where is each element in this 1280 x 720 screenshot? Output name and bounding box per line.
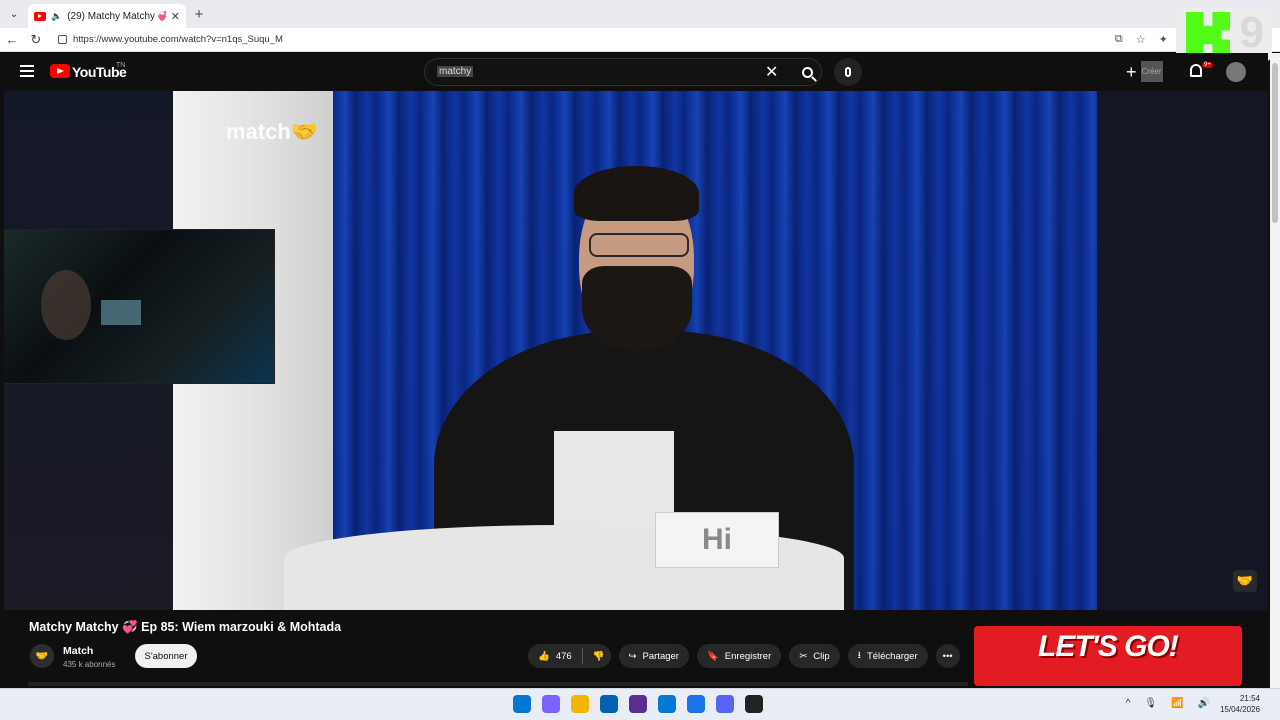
video-player[interactable]: match🤝 Hi 🤝 <box>4 91 1268 610</box>
video-actions: 👍 476 👎 ↪ Partager 🔖 Enregistrer ✂ Clip … <box>528 644 960 668</box>
system-tray: ^ 🎙 📶 🔊 <box>1126 698 1210 709</box>
scissors-icon: ✂ <box>799 650 808 662</box>
tray-chevron-icon[interactable]: ^ <box>1126 698 1131 709</box>
host-glasses <box>589 233 689 257</box>
clock-date: 15/04/2026 <box>1219 705 1260 714</box>
clock[interactable]: 21:54 15/04/2026 <box>1220 693 1260 715</box>
translate-icon[interactable]: ⧉ <box>1115 33 1123 46</box>
video-title: Matchy Matchy 💞 Ep 85: Wiem marzouki & M… <box>29 620 341 635</box>
heart-emoji-icon: 💞 <box>122 620 138 634</box>
hi-sign: Hi <box>655 512 779 568</box>
url-field[interactable]: https://www.youtube.com/watch?v=n1qs_Suq… <box>54 30 1054 50</box>
app-icon[interactable] <box>745 695 763 713</box>
store-icon[interactable] <box>600 695 618 713</box>
create-button[interactable]: + Créer <box>1126 61 1163 82</box>
host-beard <box>582 266 692 351</box>
like-divider <box>581 648 583 664</box>
tab-title: (29) Matchy Matchy 💞 Ep 85 <box>67 10 166 22</box>
video-title-suffix: Ep 85: Wiem marzouki & Mohtada <box>141 620 342 634</box>
share-arrow-icon: ↪ <box>628 650 637 662</box>
search-input[interactable]: matchy <box>437 66 474 77</box>
ad-banner[interactable]: LET'S GO! <box>974 626 1242 686</box>
match-brand-logo: match🤝 <box>226 119 319 144</box>
like-icon[interactable]: 👍 <box>538 651 550 662</box>
youtube-header: YouTube TN matchy ✕ + Créer 9+ <box>4 53 1268 91</box>
search-box[interactable]: matchy ✕ <box>424 58 822 86</box>
url-text: https://www.youtube.com/watch?v=n1qs_Suq… <box>73 34 283 45</box>
browser-tab-bar: ⌄ 🔈 (29) Matchy Matchy 💞 Ep 85 ✕ + <box>0 0 1280 28</box>
windows-start-icon[interactable] <box>513 695 531 713</box>
more-actions-button[interactable]: ••• <box>935 644 960 668</box>
volume-icon[interactable]: 🔊 <box>1198 698 1210 709</box>
extensions-icon[interactable]: ✦ <box>1159 33 1168 46</box>
wifi-icon[interactable]: 📶 <box>1171 698 1183 709</box>
download-button[interactable]: ⭳ Télécharger <box>847 644 928 668</box>
tab-close-icon[interactable]: ✕ <box>171 10 180 23</box>
like-dislike-group: 👍 476 👎 <box>528 644 611 668</box>
share-label: Partager <box>642 650 679 662</box>
windows-taskbar: ^ 🎙 📶 🔊 21:54 15/04/2026 <box>0 688 1280 720</box>
kick-overlay-number: 9 <box>1239 8 1264 57</box>
dislike-icon[interactable]: 👎 <box>593 651 605 662</box>
copilot-icon[interactable] <box>542 695 560 713</box>
outlook-icon[interactable] <box>658 695 676 713</box>
account-avatar[interactable] <box>1226 62 1246 82</box>
subscriber-count: 435 k abonnés <box>63 660 116 669</box>
edge-browser-icon[interactable] <box>687 695 705 713</box>
favorite-star-icon[interactable]: ☆ <box>1136 33 1146 46</box>
youtube-favicon-icon <box>34 11 46 21</box>
voice-search-button[interactable] <box>834 58 862 86</box>
country-code: TN <box>116 62 126 69</box>
download-label: Télécharger <box>866 650 918 662</box>
plus-icon: + <box>1126 61 1137 82</box>
save-label: Enregistrer <box>724 650 772 662</box>
download-icon: ⭳ <box>857 650 861 661</box>
new-tab-button[interactable]: + <box>186 6 212 23</box>
create-label: Créer <box>1140 61 1163 82</box>
host-hair <box>574 166 699 221</box>
speaker-icon[interactable]: 🔈 <box>51 11 62 22</box>
browser-tab-youtube[interactable]: 🔈 (29) Matchy Matchy 💞 Ep 85 ✕ <box>28 4 186 28</box>
subscribe-button[interactable]: S'abonner <box>135 644 197 668</box>
hamburger-menu-icon[interactable] <box>20 65 34 77</box>
like-count[interactable]: 476 <box>556 651 572 662</box>
address-bar: ← ↻ https://www.youtube.com/watch?v=n1qs… <box>0 28 1280 52</box>
search-icon <box>801 66 813 78</box>
channel-avatar[interactable]: 🤝 <box>30 644 54 668</box>
scrollbar-thumb[interactable] <box>1272 63 1278 223</box>
clip-button[interactable]: ✂ Clip <box>789 644 840 668</box>
channel-name[interactable]: Match <box>63 645 93 657</box>
back-arrow-icon[interactable]: ← <box>0 32 24 47</box>
video-right-background <box>1097 91 1268 610</box>
streamer-face <box>41 270 91 340</box>
site-info-icon[interactable] <box>58 35 67 44</box>
share-button[interactable]: ↪ Partager <box>618 644 689 668</box>
clear-search-icon[interactable]: ✕ <box>765 62 778 82</box>
ad-banner-text: LET'S GO! <box>1038 630 1179 663</box>
page-scrollbar[interactable] <box>1270 53 1280 688</box>
taskbar-apps <box>513 695 763 713</box>
save-button[interactable]: 🔖 Enregistrer <box>696 644 782 668</box>
notification-count-badge: 9+ <box>1202 62 1213 68</box>
streamer-monitor <box>101 300 141 325</box>
clip-label: Clip <box>813 650 830 662</box>
channel-watermark-icon[interactable]: 🤝 <box>1233 570 1257 592</box>
clock-time: 21:54 <box>1239 694 1260 703</box>
notifications-bell-icon[interactable] <box>1190 64 1202 77</box>
microphone-icon <box>845 67 851 77</box>
tab-list-chevron-icon[interactable]: ⌄ <box>0 0 28 28</box>
obs-icon[interactable] <box>629 695 647 713</box>
discord-icon[interactable] <box>716 695 734 713</box>
description-box-edge <box>28 682 968 686</box>
reload-icon[interactable]: ↻ <box>24 32 48 48</box>
file-explorer-icon[interactable] <box>571 695 589 713</box>
youtube-logo-icon[interactable] <box>50 64 70 78</box>
bookmark-icon: 🔖 <box>706 650 719 662</box>
search-button[interactable] <box>792 59 822 85</box>
video-title-prefix: Matchy Matchy <box>29 620 119 634</box>
microphone-tray-icon[interactable]: 🎙 <box>1144 698 1157 709</box>
kick-logo-icon <box>1186 12 1230 58</box>
streamer-webcam-overlay <box>4 229 275 384</box>
